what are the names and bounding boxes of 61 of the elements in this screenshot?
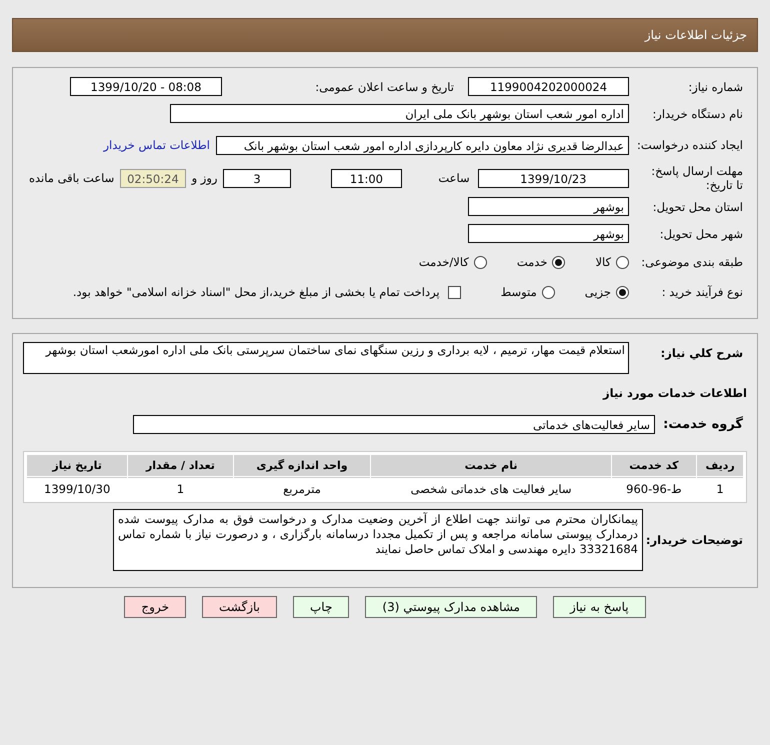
section-heading: اطلاعات خدمات مورد نیاز [602,385,747,402]
table-cell: 1399/10/30 [27,477,128,499]
action-button[interactable]: پاسخ به نیاز [552,596,646,618]
field-label: استان محل تحویل: [652,200,744,214]
field-label: شرح کلي نياز: [660,345,744,360]
field-label: روز و [192,171,218,185]
header-bar: جزئیات اطلاعات نیاز [12,18,758,52]
action-button[interactable]: خروج [124,596,186,618]
table-cell: مترمربع [234,477,370,499]
contact-link[interactable]: اطلاعات تماس خریدار [103,138,210,152]
radio-button[interactable] [474,256,487,268]
field-label: ساعت باقی مانده [29,171,114,185]
field-label: توضیحات خریدار: [644,533,744,547]
option-label: خدمت [516,255,548,269]
field-label: گروه خدمت: [662,417,744,432]
field-value: 3 [223,168,291,188]
table-cell: ط-96-960 [612,477,696,499]
field-label: تا تاریخ: [704,178,743,192]
table-cell: 1 [128,477,233,499]
field-value: بوشهر [468,224,629,243]
field-value: بوشهر [468,197,629,216]
column-header: کد خدمت [612,455,696,476]
column-header: نام خدمت [371,455,611,476]
field-label: نام دستگاه خریدار: [651,106,744,120]
column-header: واحد اندازه گیری [234,455,370,476]
field-value: سایر فعالیت‌های خدماتی [133,415,655,434]
option-label: متوسط [500,285,537,299]
action-button[interactable]: مشاهده مدارک پیوستي (3) [365,596,537,618]
field-label: شهر محل تحویل: [658,226,744,240]
action-button[interactable]: چاپ [293,596,350,618]
radio-button[interactable] [542,286,555,298]
field-value: 1199004202000024 [468,77,629,96]
field-label: ایجاد کننده درخواست: [636,138,744,152]
field-label: طبقه بندی موضوعی: [640,255,744,269]
field-label: ساعت [438,171,470,185]
column-header: تعداد / مقدار [128,455,233,476]
countdown-timer: 02:50:24 [120,168,186,188]
field-value: عبدالرضا قدیری نژاد معاون دایره کارپردازی اداره امور شعب استان بوشهر بانک [216,136,629,154]
field-value: 11:00 [330,168,402,188]
field-label: تاریخ و ساعت اعلان عمومی: [314,80,454,94]
field-label: نوع فرآیند خرید : [660,285,744,299]
field-value: پیمانکاران محترم می توانند جهت اطلاع از آخرین وضعیت مدارک و درخواست فوق به مدارک پیوست شده درمدارک پیوستی سامانه مراجعه و پس از تکمیل مجددا درسامانه بارگزاری ، و درصورت نیاز با شماره تماس 33321684 دایره مهندسی و املاک تماس حاصل نمایند [113,509,643,571]
option-label: کالا/خدمت [418,255,469,269]
radio-button[interactable] [616,286,629,298]
field-value: اداره امور شعب استان بوشهر بانک ملی ایران [170,104,629,123]
checkbox[interactable] [448,286,461,298]
field-value: 1399/10/20 - 08:08 [70,77,222,96]
field-value: استعلام قیمت مهار، ترمیم ، لایه برداری و رزین سنگهای نمای ساختمان سرپرستی بانک ملی اداره امورشعب استان بوشهر [23,342,629,374]
table-cell: سایر فعالیت های خدماتی شخصی [371,477,611,499]
radio-button[interactable] [552,256,566,268]
action-button[interactable]: بازگشت [202,596,277,618]
option-label: کالا [595,255,611,269]
radio-button[interactable] [616,256,629,268]
field-value: 1399/10/23 [478,168,629,188]
table-cell: 1 [697,477,743,499]
field-label: مهلت ارسال پاسخ: [650,164,743,178]
field-label: شماره نیاز: [687,80,744,94]
column-header: تاریخ نیاز [27,455,128,476]
option-label: جزیی [584,285,611,299]
checkbox-label: پرداخت تمام یا بخشی از مبلغ خرید،از محل "اسناد خزانه اسلامی" خواهد بود. [72,285,440,299]
column-header: ردیف [697,455,743,476]
